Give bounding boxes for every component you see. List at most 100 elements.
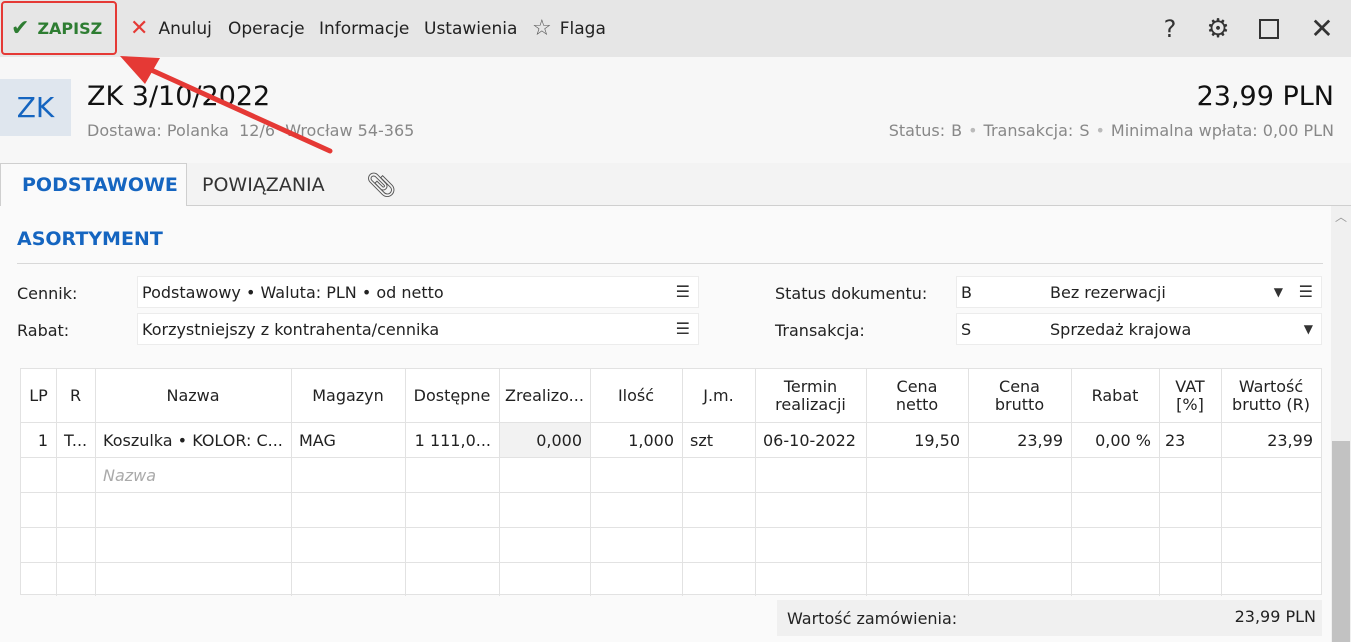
- cell-name[interactable]: Koszulka • KOLOR: C...: [95, 423, 291, 457]
- transaction-value: S: [1079, 121, 1090, 140]
- operations-menu[interactable]: Operacje: [218, 0, 315, 57]
- cell-r[interactable]: T...: [56, 423, 95, 457]
- document-title: ZK 3/10/2022: [87, 81, 271, 112]
- header-term-line2: realizacji: [775, 394, 846, 414]
- cell-lp[interactable]: 1: [21, 423, 56, 457]
- cancel-label: Anuluj: [158, 18, 212, 39]
- header-warehouse[interactable]: Magazyn: [291, 369, 405, 422]
- header-net-price[interactable]: Cena netto: [866, 369, 968, 422]
- status-value: B: [951, 121, 963, 140]
- menu-icon[interactable]: ☰: [676, 282, 690, 301]
- document-amount: 23,99 PLN: [1196, 81, 1334, 112]
- document-status-line: Status: B • Transakcja: S • Minimalna wpłata: …: [889, 121, 1334, 140]
- cell-unit[interactable]: szt: [682, 423, 755, 457]
- cell-discount[interactable]: 0,00 %: [1071, 423, 1159, 457]
- min-payment: Minimalna wpłata: 0,00 PLN: [1110, 121, 1334, 140]
- doc-status-code: B: [961, 282, 972, 302]
- information-menu[interactable]: Informacje: [309, 0, 419, 57]
- main-content: ASORTYMENT Cennik: Podstawowy • Waluta: …: [0, 206, 1331, 642]
- save-button[interactable]: ✔ ZAPISZ: [1, 1, 117, 55]
- flag-label: Flaga: [559, 18, 606, 39]
- header-net-line2: netto: [895, 394, 939, 414]
- header-available[interactable]: Dostępne: [405, 369, 499, 422]
- header-vat[interactable]: VAT [%]: [1159, 369, 1221, 422]
- transaction-label: Transakcja:: [983, 121, 1074, 140]
- header-vat-line1: VAT: [1175, 376, 1205, 396]
- tab-attachments[interactable]: 📎︎: [366, 163, 396, 206]
- doc-status-label: Status dokumentu:: [775, 284, 928, 303]
- header-discount[interactable]: Rabat: [1071, 369, 1159, 422]
- star-icon: ☆: [532, 16, 552, 41]
- document-header: ZK ZK 3/10/2022 Dostawa: Polanka 12/6 Wr…: [0, 57, 1351, 163]
- close-icon: ✕: [1310, 12, 1334, 45]
- operations-label: Operacje: [228, 18, 305, 39]
- header-vat-line2: [%]: [1176, 394, 1204, 414]
- discount-field[interactable]: Korzystniejszy z kontrahenta/cennika ☰: [137, 313, 699, 345]
- doc-status-select[interactable]: B Bez rezerwacji ▼ ☰: [956, 276, 1322, 308]
- tab-basic[interactable]: PODSTAWOWE: [0, 163, 187, 207]
- header-r[interactable]: R: [56, 369, 95, 422]
- chevron-down-icon[interactable]: ▼: [1274, 285, 1283, 299]
- menu-icon[interactable]: ☰: [1299, 282, 1313, 301]
- header-value-line1: Wartość: [1238, 376, 1304, 396]
- new-item-name-input[interactable]: Nazwa: [95, 458, 291, 492]
- transaction-label: Transakcja:: [775, 321, 865, 340]
- chevron-down-icon[interactable]: ▼: [1304, 322, 1313, 336]
- cell-realized: 0,000: [536, 430, 582, 450]
- items-table: LP R Nazwa Magazyn Dostępne Zrealizo... …: [20, 368, 1322, 596]
- scrollbar-thumb[interactable]: [1332, 441, 1350, 642]
- doc-status-text: Bez rezerwacji: [1050, 282, 1166, 302]
- menu-icon[interactable]: ☰: [676, 319, 690, 338]
- discount-label: Rabat:: [17, 321, 70, 340]
- help-icon: ?: [1163, 14, 1177, 43]
- settings-menu[interactable]: Ustawienia: [414, 0, 527, 57]
- tab-bar: PODSTAWOWE POWIĄZANIA 📎︎: [0, 163, 1351, 207]
- header-qty[interactable]: Ilość: [590, 369, 682, 422]
- vertical-scrollbar[interactable]: ︿: [1331, 206, 1351, 642]
- row-divider: [21, 562, 1321, 563]
- cell-vat[interactable]: 23: [1159, 423, 1221, 457]
- flag-button[interactable]: ☆ Flaga: [522, 0, 616, 57]
- cell-term[interactable]: 06-10-2022: [755, 423, 866, 457]
- cell-gross-price[interactable]: 23,99: [968, 423, 1071, 457]
- header-gross-price[interactable]: Cena brutto: [968, 369, 1071, 422]
- order-total-value: 23,99 PLN: [1234, 607, 1316, 626]
- chevron-up-icon[interactable]: ︿: [1331, 208, 1351, 224]
- cell-warehouse[interactable]: MAG: [291, 423, 405, 457]
- order-total-label: Wartość zamówienia:: [787, 609, 958, 628]
- transaction-code: S: [961, 319, 972, 339]
- maximize-icon: [1259, 18, 1279, 39]
- transaction-text: Sprzedaż krajowa: [1050, 319, 1192, 339]
- header-value[interactable]: Wartość brutto (R): [1221, 369, 1321, 422]
- close-window-button[interactable]: ✕: [1302, 0, 1342, 57]
- save-label: ZAPISZ: [37, 18, 103, 38]
- delivery-address: Dostawa: Polanka 12/6 Wrocław 54-365: [87, 121, 415, 140]
- header-unit[interactable]: J.m.: [682, 369, 755, 422]
- header-realized[interactable]: Zrealizo...: [499, 369, 590, 422]
- cancel-button[interactable]: ✕ Anuluj: [120, 0, 222, 57]
- order-total: Wartość zamówienia: 23,99 PLN: [777, 600, 1322, 636]
- cell-available: 1 111,0...: [414, 430, 491, 450]
- separator-dot: •: [968, 121, 978, 140]
- information-label: Informacje: [319, 18, 410, 39]
- cell-net-price[interactable]: 19,50: [866, 423, 968, 457]
- transaction-select[interactable]: S Sprzedaż krajowa ▼: [956, 313, 1322, 345]
- pricelist-field[interactable]: Podstawowy • Waluta: PLN • od netto ☰: [137, 276, 699, 308]
- cell-qty[interactable]: 1,000: [590, 423, 682, 457]
- header-gross-line2: brutto: [994, 394, 1045, 414]
- cell-value[interactable]: 23,99: [1221, 423, 1321, 457]
- header-term-line1: Termin: [783, 376, 838, 396]
- separator-dot: •: [1095, 121, 1105, 140]
- check-icon: ✔: [11, 15, 30, 41]
- header-lp[interactable]: LP: [21, 369, 56, 422]
- help-button[interactable]: ?: [1150, 0, 1190, 57]
- row-divider: [21, 492, 1321, 493]
- header-term[interactable]: Termin realizacji: [755, 369, 866, 422]
- settings-gear-button[interactable]: ⚙: [1198, 0, 1238, 57]
- header-name[interactable]: Nazwa: [95, 369, 291, 422]
- tab-related[interactable]: POWIĄZANIA: [202, 163, 325, 206]
- header-net-line1: Cena: [896, 376, 938, 396]
- pricelist-label: Cennik:: [17, 284, 78, 303]
- maximize-button[interactable]: [1249, 0, 1289, 57]
- row-divider: [21, 527, 1321, 528]
